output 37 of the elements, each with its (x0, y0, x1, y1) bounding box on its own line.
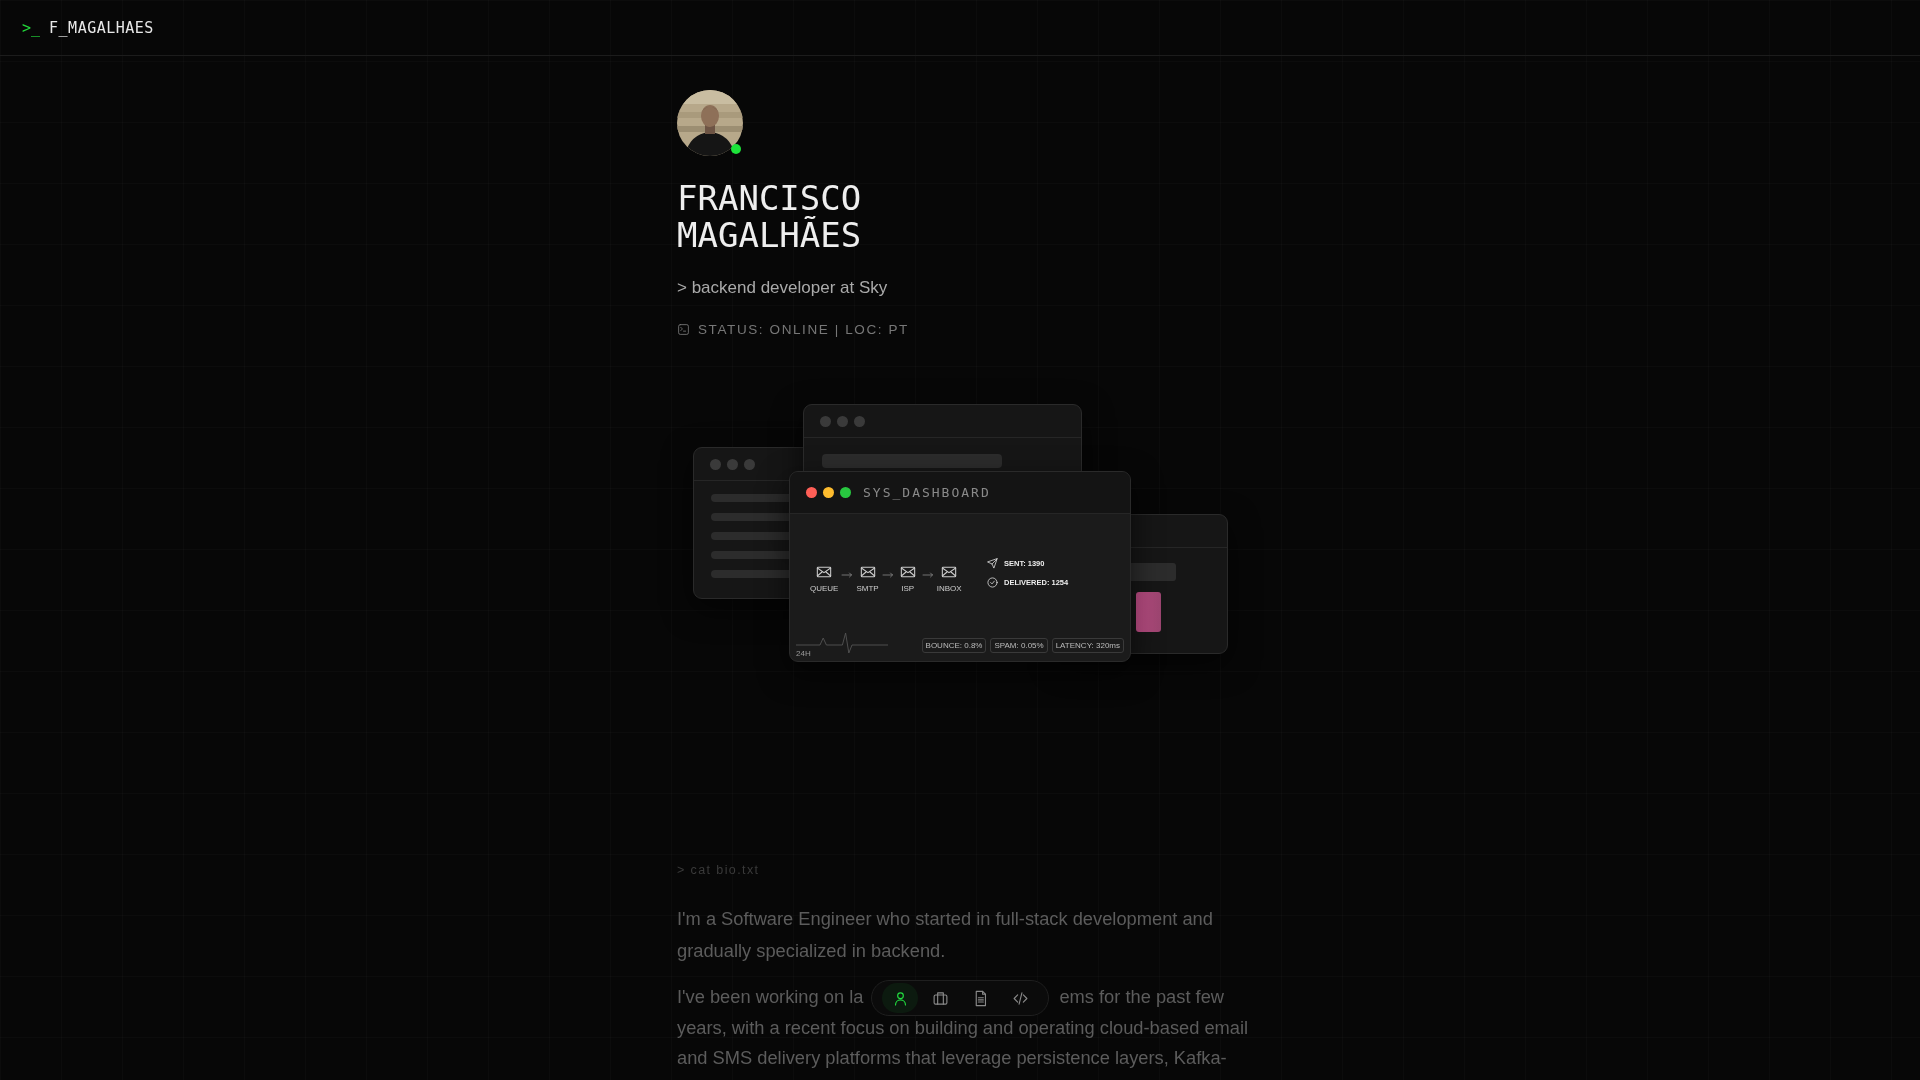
arrow-icon (841, 569, 854, 581)
prompt-symbol: >_ (22, 18, 41, 37)
pipeline-stage: INBOX (936, 584, 962, 593)
arrow-icon (881, 569, 894, 581)
window-dot (710, 458, 721, 470)
window-dot (744, 458, 755, 470)
range-label: 24H (796, 649, 811, 658)
window-title: SYS_DASHBOARD (863, 485, 991, 500)
bio-paragraph: years, with a recent focus on building and operating cloud-based email and SMS delivery platforms that leverage persistence layers, Kafka- (677, 1016, 1250, 1070)
terminal-icon (677, 323, 690, 336)
pipeline-stage: ISP (901, 584, 915, 593)
close-dot (806, 487, 817, 498)
code-icon (1011, 989, 1029, 1007)
profile-name: FRANCISCO MAGALHÃES (677, 180, 863, 254)
metric-badge: SPAM: 0.05% (990, 638, 1048, 653)
window-dot (820, 415, 831, 427)
bio-text: I've been working on la (677, 985, 864, 1009)
status-text: STATUS: ONLINE | LOC: PT (698, 322, 909, 337)
profile-button[interactable] (882, 983, 918, 1013)
metric-badge: LATENCY: 320ms (1051, 638, 1124, 653)
pipeline-stage: QUEUE (810, 584, 839, 593)
site-logo[interactable]: F_MAGALHAES (49, 18, 154, 37)
pipeline-stage: SMTP (856, 584, 879, 593)
window-dot (854, 415, 865, 427)
bio-text: ems for the past few (1059, 985, 1225, 1009)
briefcase-icon (931, 989, 949, 1007)
arrow-icon (921, 569, 934, 581)
accent-block (1136, 592, 1161, 632)
bio-paragraph: I'm a Software Engineer who started in full-stack development and gradually specialized in backend. (677, 907, 1214, 963)
minimize-dot (823, 487, 834, 498)
paper-plane-icon (987, 558, 998, 569)
maximize-dot (840, 487, 851, 498)
metric-badge: BOUNCE: 0.8% (921, 638, 987, 653)
window-dot (727, 458, 738, 470)
check-circle-icon (987, 577, 998, 588)
window-dot (837, 415, 848, 427)
tagline: > backend developer at Sky (677, 278, 889, 298)
